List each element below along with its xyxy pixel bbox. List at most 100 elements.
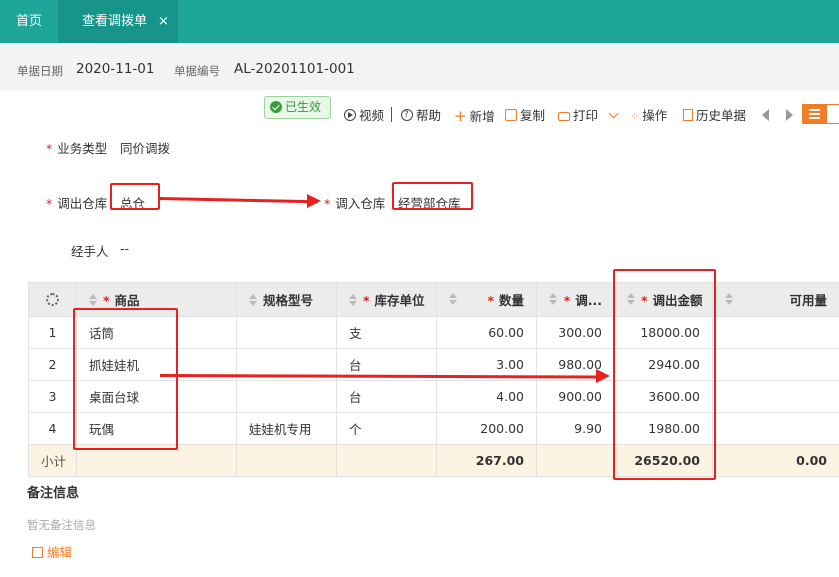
plus-icon: + — [454, 107, 467, 125]
cell-available — [712, 380, 839, 413]
sort-icon[interactable] — [549, 293, 557, 305]
cell-qty[interactable]: 4.00 — [436, 380, 537, 413]
list-icon-line — [809, 109, 820, 111]
annotation-box-out-warehouse — [110, 183, 160, 210]
required-mark: * — [46, 196, 53, 211]
header-price[interactable]: * 调... — [536, 282, 615, 317]
top-tab-bar: 首页 查看调拨单 × — [0, 0, 839, 43]
number-value: AL-20201101-001 — [234, 61, 355, 77]
required-mark: * — [46, 141, 53, 156]
check-circle-icon — [270, 101, 282, 113]
close-icon[interactable]: × — [158, 0, 169, 43]
next-arrow-icon[interactable] — [786, 109, 793, 121]
cell-price[interactable]: 9.90 — [536, 412, 615, 445]
tab-home[interactable]: 首页 — [0, 0, 58, 43]
sort-icon[interactable] — [449, 293, 457, 305]
sort-icon[interactable] — [89, 294, 97, 306]
required-mark: * — [487, 293, 494, 308]
tab-view-transfer-label: 查看调拨单 — [82, 14, 148, 29]
out-warehouse-label-text: 调出仓库 — [57, 196, 108, 211]
print-label: 打印 — [573, 108, 599, 123]
grid-dots-icon: ⁘ — [630, 110, 640, 123]
operate-button[interactable]: ⁘ 操作 — [630, 108, 667, 124]
cell-price[interactable]: 300.00 — [536, 316, 615, 349]
card-view-button[interactable] — [826, 104, 839, 124]
row-index: 1 — [28, 316, 77, 349]
number-label: 单据编号 — [174, 64, 220, 78]
header-qty[interactable]: * 数量 — [436, 282, 537, 317]
add-button[interactable]: + 新增 — [454, 108, 495, 124]
subtotal-empty — [236, 444, 337, 477]
required-mark: * — [563, 293, 571, 308]
history-button[interactable]: 历史单据 — [683, 108, 746, 124]
list-icon-line — [809, 113, 820, 115]
header-spec-label: 规格型号 — [263, 293, 314, 308]
annotation-arrow-line — [159, 197, 310, 204]
annotation-box-in-warehouse — [392, 182, 473, 210]
list-icon-line — [809, 117, 820, 119]
cell-spec[interactable]: 娃娃机专用 — [236, 412, 337, 445]
cell-spec[interactable] — [236, 380, 337, 413]
edit-remarks-button[interactable]: 编辑 — [32, 542, 72, 561]
date-value: 2020-11-01 — [76, 61, 155, 77]
sort-icon[interactable] — [725, 293, 733, 305]
cell-qty[interactable]: 200.00 — [436, 412, 537, 445]
play-circle-icon — [344, 109, 356, 121]
add-label: 新增 — [469, 109, 495, 124]
copy-button[interactable]: 复制 — [505, 108, 545, 124]
handler-label: 经手人 — [71, 244, 109, 259]
in-warehouse-label: * 调入仓库 — [324, 193, 385, 212]
business-type-label-text: 业务类型 — [57, 141, 108, 156]
help-button[interactable]: 帮助 — [401, 107, 441, 124]
cell-available — [712, 316, 839, 349]
subtotal-label: 小计 — [28, 444, 77, 477]
document-info-strip: 单据日期 2020-11-01 单据编号 AL-20201101-001 — [0, 43, 839, 90]
sort-icon[interactable] — [349, 294, 357, 306]
copy-label: 复制 — [520, 108, 546, 123]
annotation-arrowhead — [596, 369, 610, 383]
copy-icon — [505, 109, 517, 121]
business-type-value[interactable]: 同价调拨 — [120, 138, 170, 157]
header-qty-label: 数量 — [498, 293, 524, 308]
annotation-box-products — [73, 308, 178, 450]
out-warehouse-label: * 调出仓库 — [46, 193, 107, 212]
status-badge: 已生效 — [264, 96, 331, 119]
tab-view-transfer[interactable]: 查看调拨单 × — [58, 0, 178, 43]
header-spec[interactable]: 规格型号 — [236, 282, 337, 317]
header-price-label: 调... — [575, 293, 602, 308]
sort-icon[interactable] — [249, 294, 257, 306]
print-button[interactable]: 打印 — [558, 108, 619, 124]
edit-icon — [32, 547, 43, 558]
annotation-arrowhead — [307, 194, 321, 208]
business-type-label: * 业务类型 — [46, 138, 107, 157]
subtotal-empty — [536, 444, 615, 477]
header-product-label: 商品 — [114, 293, 140, 308]
row-index: 2 — [28, 348, 77, 381]
list-view-button[interactable] — [802, 104, 826, 124]
cell-unit[interactable]: 台 — [336, 380, 437, 413]
column-settings-cell[interactable] — [28, 282, 77, 317]
required-mark: * — [103, 293, 110, 308]
toolbar-divider — [391, 107, 392, 122]
status-text: 已生效 — [285, 100, 322, 114]
video-button[interactable]: 视频 — [344, 108, 384, 124]
in-warehouse-label-text: 调入仓库 — [335, 196, 386, 211]
cell-spec[interactable] — [236, 316, 337, 349]
gear-icon[interactable] — [46, 293, 59, 306]
cell-unit[interactable]: 支 — [336, 316, 437, 349]
cell-unit[interactable]: 个 — [336, 412, 437, 445]
header-unit[interactable]: * 库存单位 — [336, 282, 437, 317]
subtotal-empty — [336, 444, 437, 477]
remarks-empty-text: 暂无备注信息 — [27, 518, 96, 532]
document-icon — [683, 109, 693, 121]
required-mark: * — [324, 196, 331, 211]
header-available[interactable]: 可用量 — [712, 282, 839, 317]
cell-qty[interactable]: 60.00 — [436, 316, 537, 349]
cell-price[interactable]: 900.00 — [536, 380, 615, 413]
cell-available — [712, 412, 839, 445]
prev-arrow-icon[interactable] — [762, 109, 769, 121]
row-index: 3 — [28, 380, 77, 413]
operate-label: 操作 — [642, 108, 668, 123]
chevron-down-icon[interactable] — [608, 108, 619, 119]
required-mark: * — [363, 293, 370, 308]
